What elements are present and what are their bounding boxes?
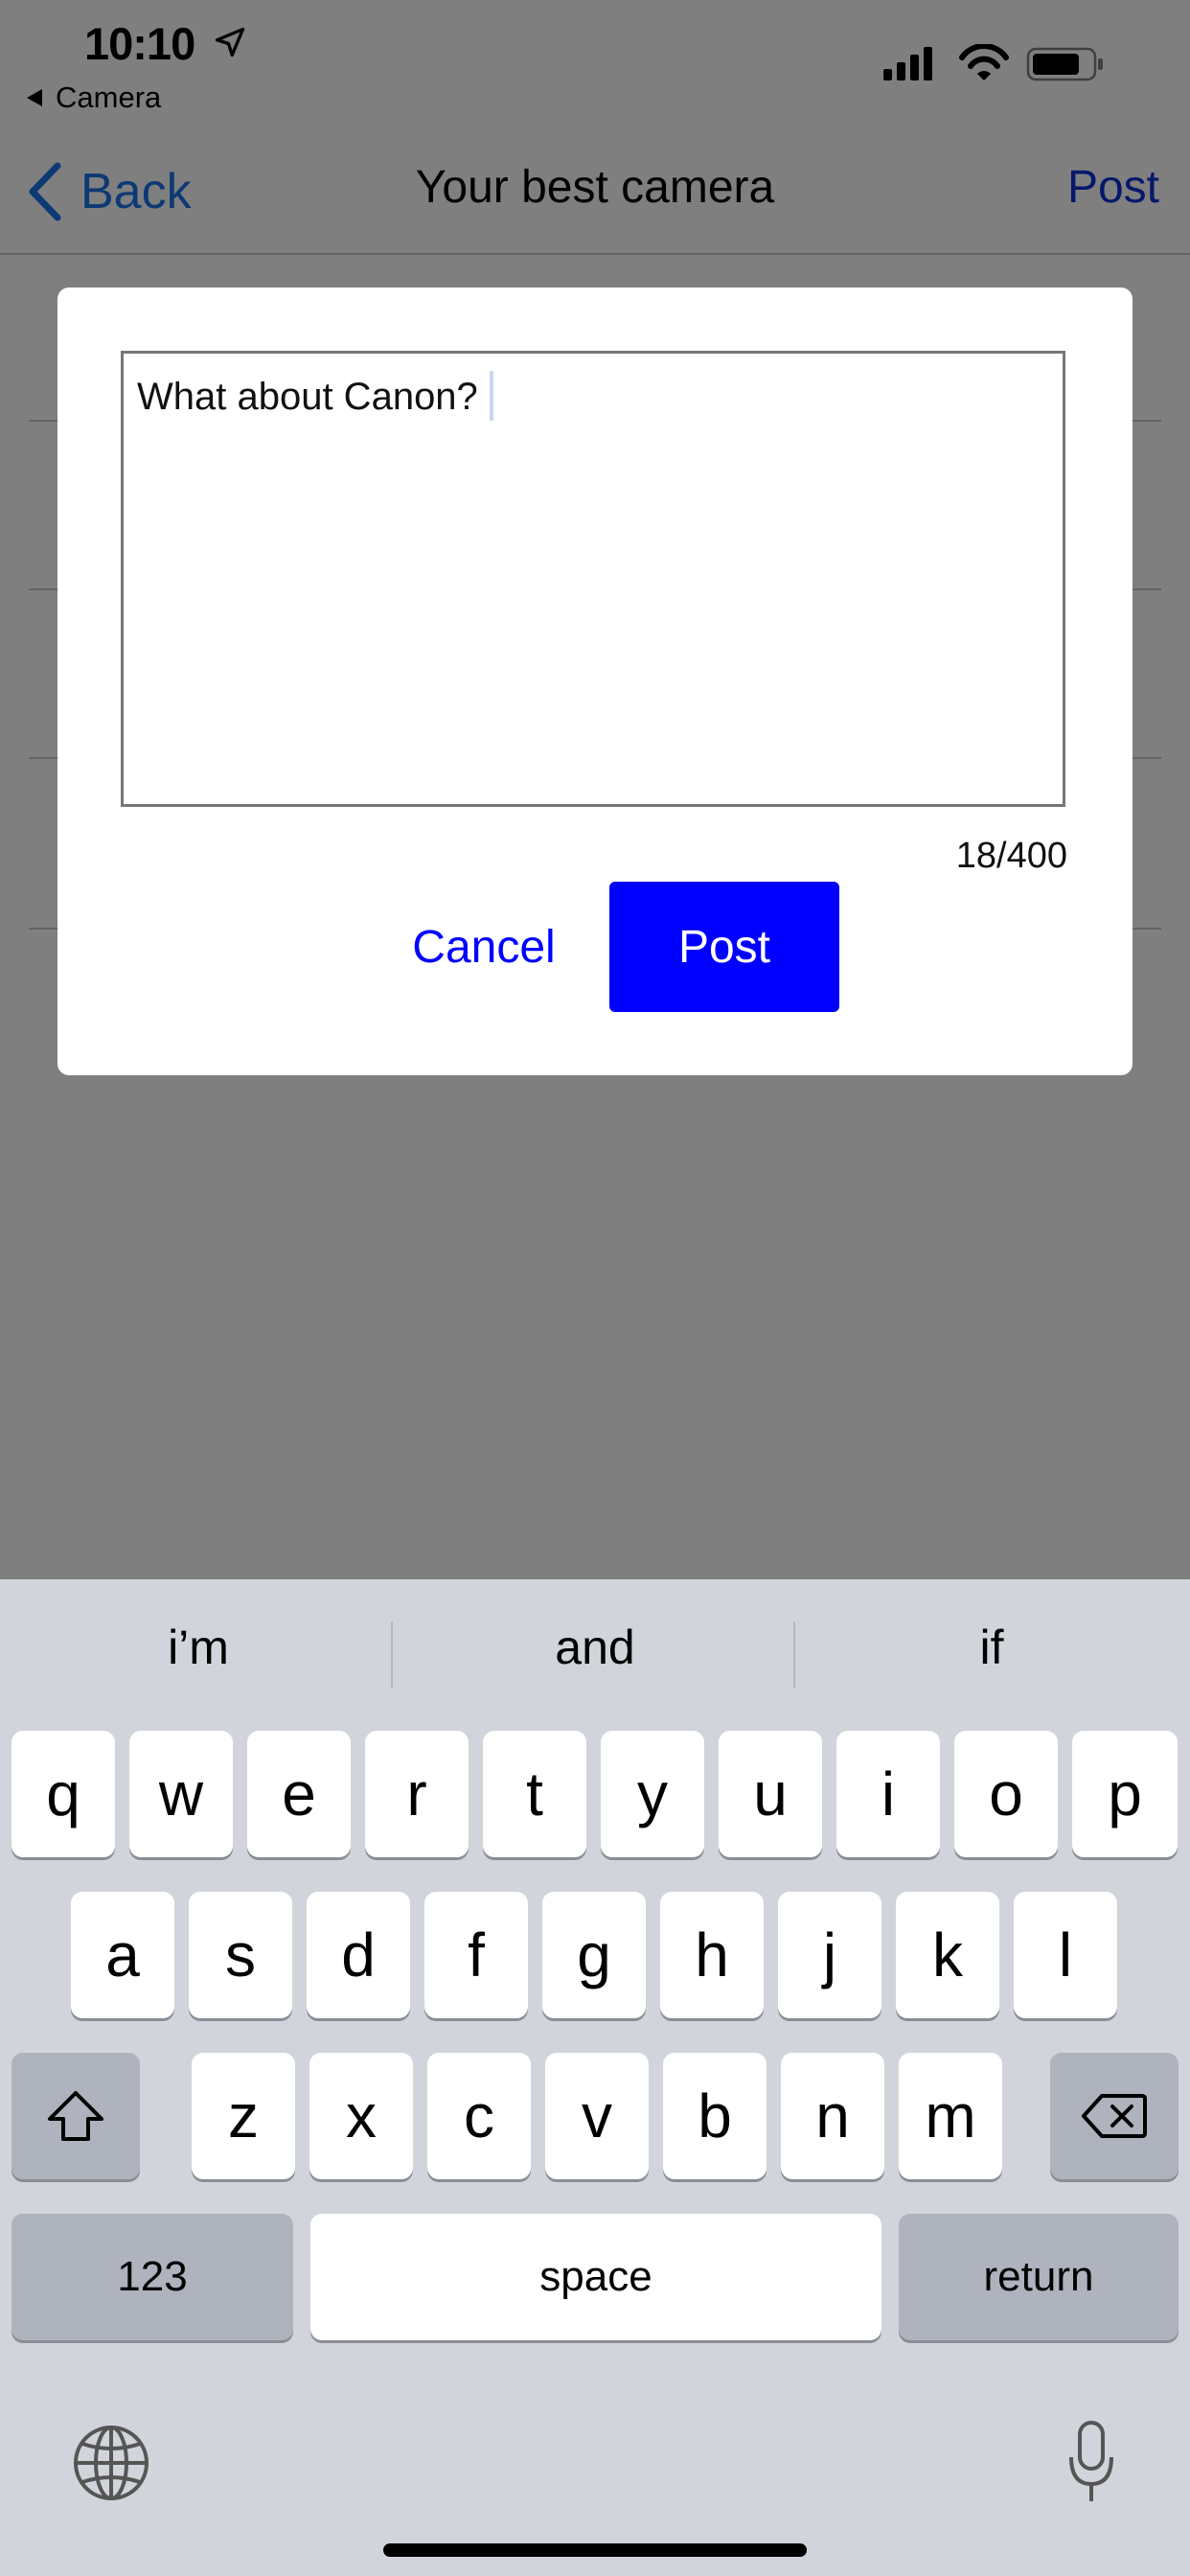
key-w[interactable]: w [129,1731,233,1857]
shift-arrow-icon [48,2091,103,2141]
return-key[interactable]: return [899,2214,1179,2340]
key-u[interactable]: u [719,1731,822,1857]
space-key[interactable]: space [310,2214,881,2340]
backspace-icon [1082,2094,1147,2138]
suggestion-1[interactable]: i’m [0,1620,397,1675]
keyboard: i’m and if q w e r t y u i o p a s d f g… [0,1579,1190,2576]
key-c[interactable]: c [427,2053,531,2179]
suggestion-2[interactable]: and [397,1620,793,1675]
key-p[interactable]: p [1072,1731,1178,1857]
post-text-input[interactable]: What about Canon? [121,351,1065,807]
shift-key[interactable] [11,2053,140,2179]
post-text-value: What about Canon? [137,376,478,418]
key-s[interactable]: s [189,1892,292,2018]
cancel-button[interactable]: Cancel [364,882,604,1012]
numbers-key[interactable]: 123 [11,2214,293,2340]
key-b[interactable]: b [663,2053,767,2179]
key-n[interactable]: n [781,2053,884,2179]
post-dialog: What about Canon? 18/400 Cancel Post [57,288,1133,1075]
key-o[interactable]: o [954,1731,1058,1857]
microphone-icon[interactable] [1067,2419,1115,2505]
key-x[interactable]: x [309,2053,413,2179]
key-y[interactable]: y [601,1731,704,1857]
key-d[interactable]: d [307,1892,410,2018]
key-k[interactable]: k [896,1892,999,2018]
home-indicator[interactable] [383,2543,807,2557]
key-m[interactable]: m [899,2053,1002,2179]
key-l[interactable]: l [1014,1892,1117,2018]
key-j[interactable]: j [778,1892,881,2018]
key-v[interactable]: v [545,2053,649,2179]
key-q[interactable]: q [11,1731,115,1857]
key-h[interactable]: h [660,1892,764,2018]
key-e[interactable]: e [247,1731,351,1857]
key-f[interactable]: f [424,1892,528,2018]
suggestion-3[interactable]: if [793,1620,1190,1675]
globe-icon[interactable] [71,2423,151,2503]
key-i[interactable]: i [836,1731,940,1857]
character-counter: 18/400 [955,836,1067,876]
key-z[interactable]: z [192,2053,295,2179]
text-caret [489,371,493,421]
key-g[interactable]: g [542,1892,646,2018]
key-r[interactable]: r [365,1731,469,1857]
key-t[interactable]: t [483,1731,586,1857]
key-a[interactable]: a [71,1892,174,2018]
post-button[interactable]: Post [609,882,839,1012]
predictive-bar: i’m and if [0,1579,1190,1733]
suggestion-divider [391,1622,393,1689]
delete-key[interactable] [1050,2053,1179,2179]
